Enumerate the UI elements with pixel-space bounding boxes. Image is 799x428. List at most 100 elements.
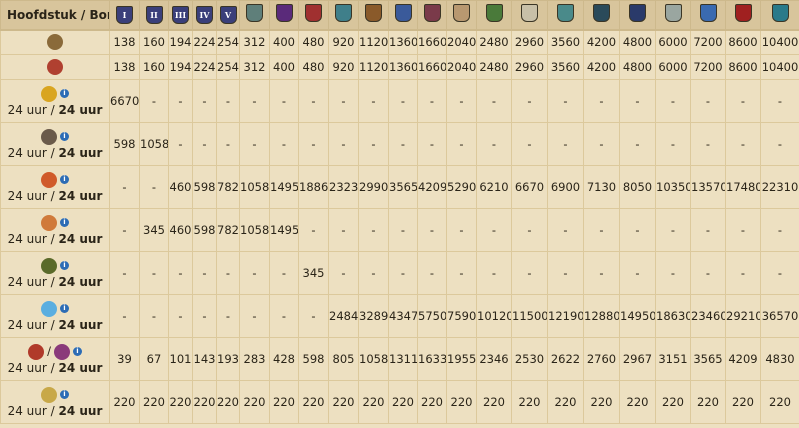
value-cell: - <box>583 251 620 295</box>
icon-separator: / <box>47 344 51 359</box>
chapter-header-17 <box>583 0 620 31</box>
header-row: Hoofdstuk / Bonus IIIIIIIVV <box>0 0 799 31</box>
info-icon[interactable]: i <box>60 304 69 313</box>
info-icon[interactable]: i <box>60 175 69 184</box>
value-cell: - <box>476 251 512 295</box>
value-cell: - <box>388 251 418 295</box>
row-label: / i 24 uur / 24 uur <box>0 337 110 381</box>
value-cell: - <box>417 208 447 252</box>
value-cell: 2760 <box>583 337 620 381</box>
value-cell: - <box>511 208 548 252</box>
value-cell: 10350 <box>655 165 691 209</box>
value-cell: - <box>298 208 329 252</box>
duration-remaining: 24 uur <box>7 317 47 332</box>
chapter-11-gold-shield-icon <box>394 4 412 23</box>
duration-remaining: 24 uur <box>7 231 47 246</box>
value-cell: - <box>760 208 799 252</box>
chapter-header-18 <box>619 0 656 31</box>
value-cell: 17480 <box>725 165 761 209</box>
value-cell: - <box>239 294 270 338</box>
value-cell: 12190 <box>547 294 584 338</box>
value-cell: 6000 <box>655 54 691 80</box>
fairy-icon <box>53 343 70 360</box>
value-cell: 1120 <box>358 29 389 55</box>
value-cell: - <box>168 79 193 123</box>
value-cell: 194 <box>168 54 193 80</box>
value-cell: 14950 <box>619 294 656 338</box>
gold-coin-icon <box>41 85 57 102</box>
hammers-icon <box>41 128 57 145</box>
value-cell: 224 <box>192 29 217 55</box>
value-cell: 4209 <box>725 337 761 381</box>
value-cell: 220 <box>139 380 169 424</box>
value-cell: - <box>547 251 584 295</box>
value-cell: 460 <box>168 165 193 209</box>
duration: 24 uur / 24 uur <box>2 188 109 204</box>
duration: 24 uur / 24 uur <box>2 317 109 333</box>
value-cell: - <box>139 165 169 209</box>
value-cell: 920 <box>328 29 359 55</box>
duration-separator: / <box>46 145 59 160</box>
value-cell: 143 <box>192 337 217 381</box>
duration-separator: / <box>46 360 59 375</box>
value-cell: - <box>760 251 799 295</box>
chapter-header-3: III <box>168 0 193 31</box>
value-cell: 8050 <box>619 165 656 209</box>
value-cell: - <box>619 208 656 252</box>
chapter-22-teal-gold-shield-icon <box>771 4 789 23</box>
value-cell: - <box>139 79 169 123</box>
value-cell: 3565 <box>690 337 726 381</box>
value-cell: 400 <box>269 54 299 80</box>
value-cell: - <box>192 251 217 295</box>
value-cell: - <box>139 251 169 295</box>
value-cell: - <box>690 208 726 252</box>
value-cell: - <box>239 79 270 123</box>
chapter-header-7 <box>269 0 299 31</box>
value-cell: - <box>725 122 761 166</box>
table-row: 138 160 194 224 254 312 400 480 920 1120 1360 1660 2… <box>0 54 799 80</box>
info-icon[interactable]: i <box>60 218 69 227</box>
chapter-16-teal-shield-icon <box>557 4 574 23</box>
chapter-header-22 <box>760 0 799 31</box>
value-cell: 1633 <box>417 337 447 381</box>
value-cell: - <box>328 251 359 295</box>
info-icon[interactable]: i <box>60 390 69 399</box>
info-icon[interactable]: i <box>60 261 69 270</box>
chapter-header-16 <box>547 0 584 31</box>
value-cell: - <box>476 122 512 166</box>
value-cell: - <box>690 79 726 123</box>
info-icon[interactable]: i <box>72 347 82 356</box>
value-cell: - <box>583 79 620 123</box>
info-icon[interactable]: i <box>60 132 69 141</box>
value-cell: - <box>511 79 548 123</box>
duration-total: 24 uur <box>58 360 103 375</box>
chapter-3-shield-icon: III <box>172 5 189 24</box>
value-cell: 4800 <box>619 29 656 55</box>
info-icon[interactable]: i <box>60 89 69 98</box>
value-cell: 1311 <box>388 337 418 381</box>
value-cell: 1495 <box>269 208 299 252</box>
value-cell: 220 <box>725 380 761 424</box>
duration-separator: / <box>46 102 59 117</box>
value-cell: - <box>619 122 656 166</box>
value-cell: 4800 <box>619 54 656 80</box>
chapter-header-12 <box>417 0 447 31</box>
duration: 24 uur / 24 uur <box>2 102 109 118</box>
value-cell: 4200 <box>583 29 620 55</box>
value-cell: 1886 <box>298 165 329 209</box>
value-cell: - <box>328 79 359 123</box>
value-cell: 1058 <box>239 208 270 252</box>
duration-separator: / <box>46 188 59 203</box>
duration: 24 uur / 24 uur <box>2 231 109 247</box>
value-cell: - <box>655 122 691 166</box>
chapter-6-skull-shield-icon <box>246 4 263 23</box>
value-cell: 460 <box>168 208 193 252</box>
value-cell: 2040 <box>446 29 477 55</box>
value-cell: - <box>388 79 418 123</box>
value-cell: 2040 <box>446 54 477 80</box>
duration-total: 24 uur <box>58 274 103 289</box>
value-cell: 220 <box>547 380 584 424</box>
chapter-header-19 <box>655 0 691 31</box>
orc-icon <box>41 257 57 274</box>
value-cell: - <box>547 79 584 123</box>
